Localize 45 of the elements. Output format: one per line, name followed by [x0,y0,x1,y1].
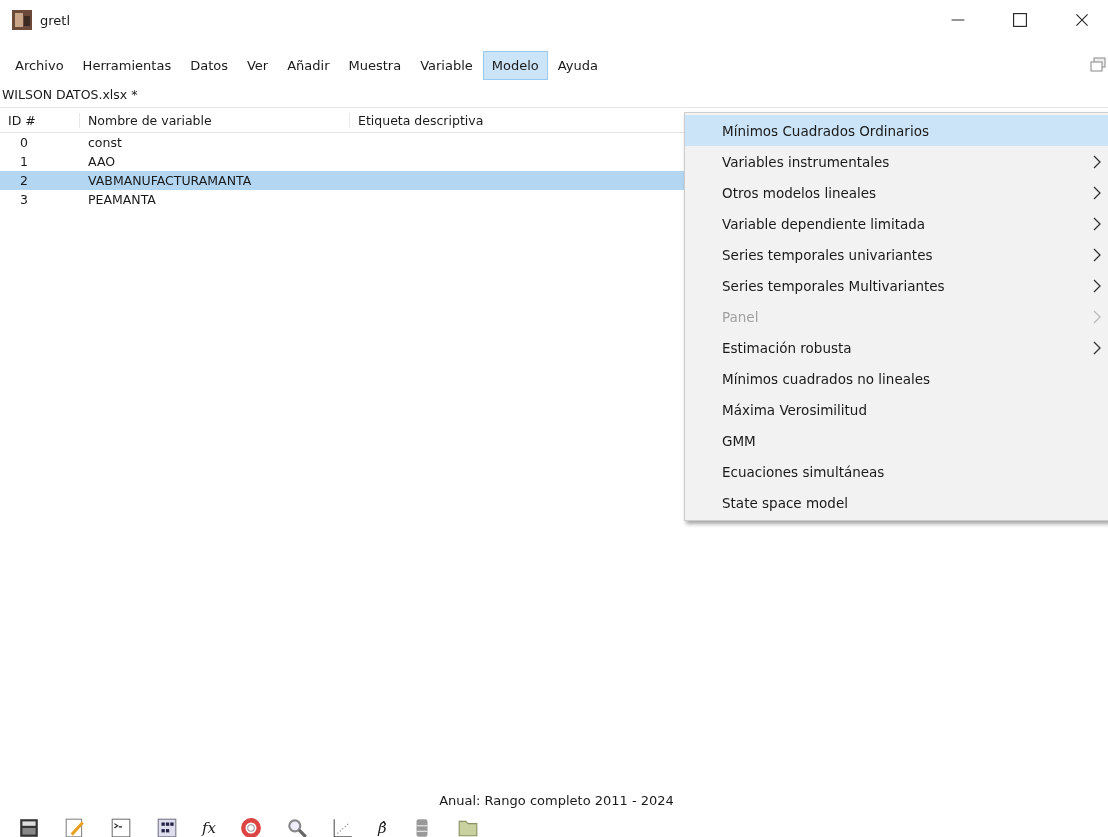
menu-item[interactable]: Ver [238,50,278,80]
menu-item[interactable]: Mínimos cuadrados no lineales [685,363,1108,394]
menu-item[interactable]: Datos [181,50,237,80]
chevron-right-icon [1093,278,1101,293]
menu-item[interactable]: Variable dependiente limitada [685,208,1108,239]
menu-item[interactable]: Máxima Verosimilitud [685,394,1108,425]
app-icon [12,10,32,30]
maximize-icon[interactable] [1012,12,1028,28]
close-icon[interactable] [1074,12,1090,28]
menu-item[interactable]: Modelo [482,50,548,80]
menu-item[interactable]: Archivo [6,50,73,80]
grid-icon[interactable] [156,817,178,837]
scatter-plot-icon[interactable] [332,817,354,837]
menu-item[interactable]: GMM [685,425,1108,456]
menu-item[interactable]: State space model [685,487,1108,518]
menu-item[interactable]: Mínimos Cuadrados Ordinarios [685,115,1108,146]
menu-item[interactable]: Añadir [278,50,339,80]
menu-item[interactable]: Series temporales Multivariantes [685,270,1108,301]
menu-item[interactable]: Variable [411,50,482,80]
menu-item[interactable]: Estimación robusta [685,332,1108,363]
chevron-right-icon [1093,216,1101,231]
status-text: Anual: Rango completo 2011 - 2024 [438,793,675,810]
column-header[interactable]: Nombre de variable [80,112,350,128]
chevron-right-icon [1093,154,1101,169]
lifebuoy-icon[interactable] [240,817,262,837]
window-title: gretl [40,12,71,28]
console-icon[interactable] [110,817,132,837]
menu-item[interactable]: Muestra [339,50,411,80]
chevron-right-icon [1093,309,1101,324]
windows-icon[interactable] [1090,57,1106,73]
chevron-right-icon [1093,247,1101,262]
column-header[interactable]: ID # [0,112,80,128]
chevron-right-icon [1093,340,1101,355]
toolbar-button[interactable]: β̂ [378,817,387,837]
menu-item[interactable]: Ayuda [548,50,607,80]
menu-item[interactable]: Ecuaciones simultáneas [685,456,1108,487]
file-label: WILSON DATOS.xlsx * [1,86,139,104]
chevron-right-icon [1093,185,1101,200]
notepad-icon[interactable] [64,817,86,837]
menu-item[interactable]: Series temporales univariantes [685,239,1108,270]
column-header[interactable]: Etiqueta descriptiva [350,112,688,128]
calculator-icon[interactable] [18,817,40,837]
toolbar-button[interactable]: fx [202,817,216,837]
menu-item[interactable]: Herramientas [73,50,181,80]
search-icon[interactable] [286,817,308,837]
